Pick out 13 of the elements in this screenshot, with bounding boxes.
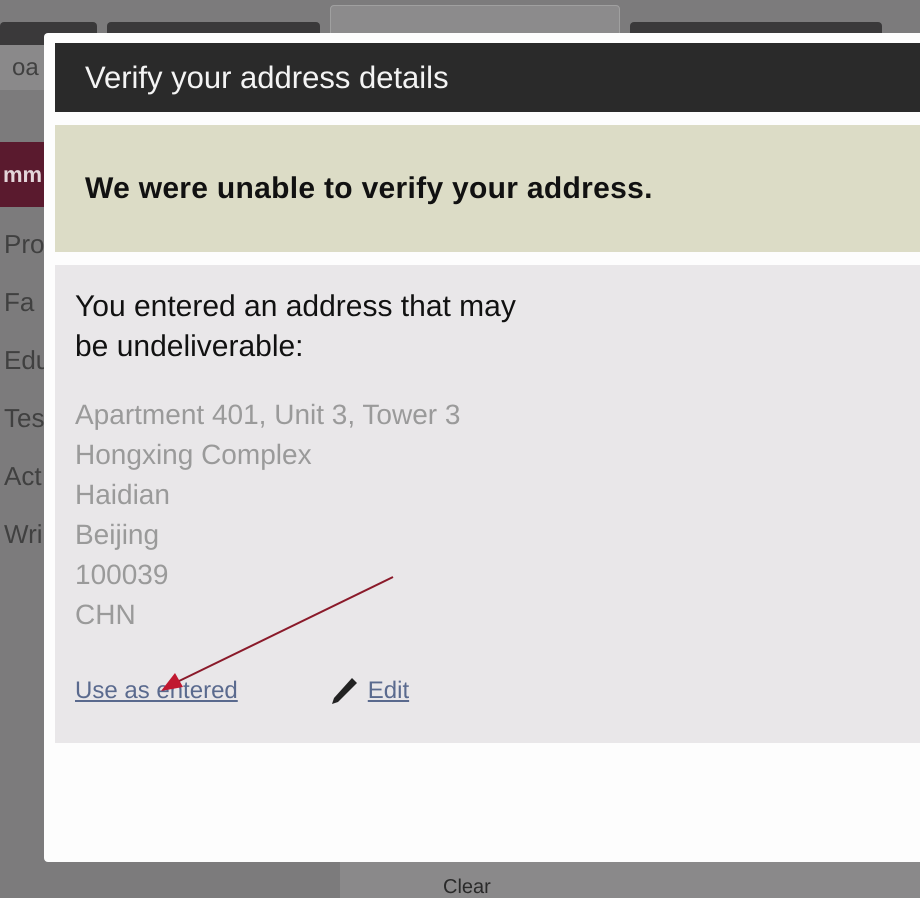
message-text: You entered an address that may be undeliverable: <box>75 289 517 365</box>
section-title: mm <box>3 162 42 188</box>
address-line: CHN <box>75 598 137 632</box>
page-heading: oa <box>12 54 39 82</box>
edit-link[interactable]: Edit <box>368 677 410 705</box>
address-line: 100039 <box>75 558 170 592</box>
dialog-title: Verify your address details <box>85 60 449 96</box>
clear-button[interactable]: Clear <box>443 876 491 898</box>
address-line: Hongxing Complex <box>75 438 313 472</box>
address-line: Apartment 401, Unit 3, Tower 3 <box>75 398 462 432</box>
alert-message: We were unable to verify your address. <box>85 172 653 206</box>
address-line: Haidian <box>75 478 171 512</box>
address-line: Beijing <box>75 518 160 552</box>
